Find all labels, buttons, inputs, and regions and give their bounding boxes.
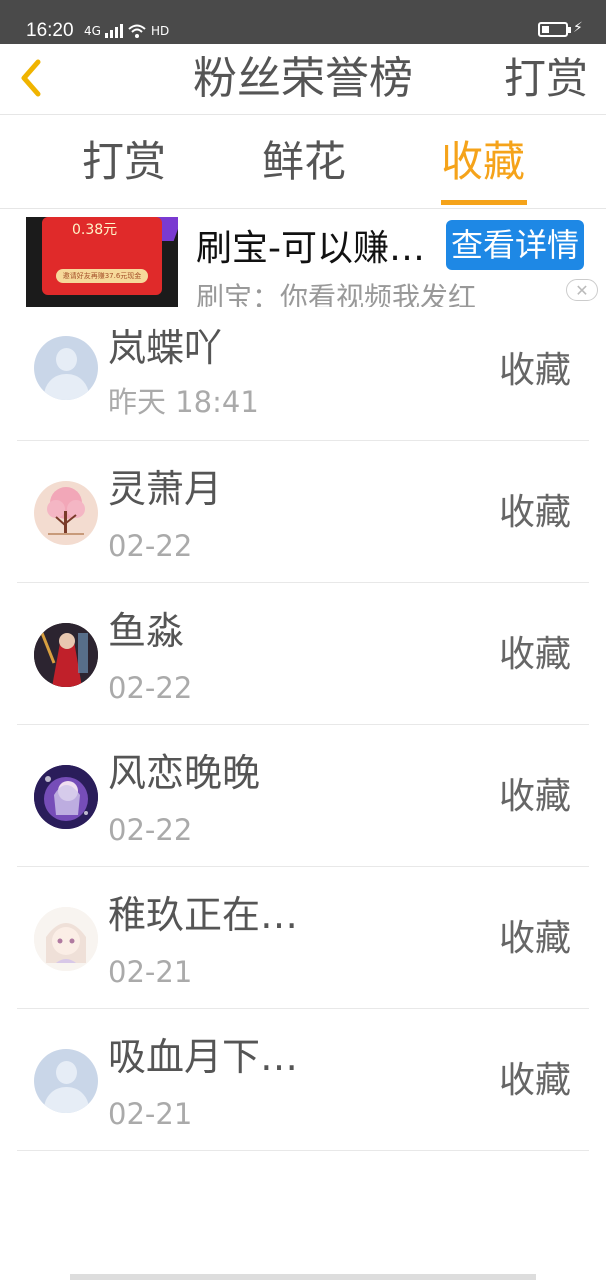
charging-icon: ⚡: [573, 20, 583, 36]
list-item[interactable]: 灵萧月 02-22 收藏: [17, 441, 589, 583]
nav-bar: 粉丝荣誉榜 打赏: [0, 44, 606, 115]
user-name: 风恋晚晚: [108, 751, 261, 795]
action-label: 收藏: [498, 492, 571, 533]
tab-bar: 打赏 鲜花 收藏: [0, 115, 606, 209]
tab-reward[interactable]: 打赏: [82, 135, 166, 189]
list-item[interactable]: 风恋晚晚 02-22 收藏: [17, 725, 589, 867]
list-item[interactable]: 稚玖正在… 02-21 收藏: [17, 867, 589, 1009]
user-name: 稚玖正在…: [108, 893, 299, 937]
action-label: 收藏: [498, 1060, 571, 1101]
home-indicator: [70, 1274, 536, 1280]
ad-image[interactable]: 0.38元 邀请好友再赚37.6元现金: [26, 217, 178, 307]
fan-list: 岚蝶吖 昨天 18:41 收藏 灵萧月 02-22 收藏 鱼淼 02-22 收藏…: [0, 307, 606, 1151]
battery-icon: [538, 22, 571, 37]
ad-banner[interactable]: 0.38元 邀请好友再赚37.6元现金 刷宝-可以赚… 查看详情 刷宝：你看视频…: [0, 209, 606, 307]
timestamp: 02-22: [108, 813, 193, 847]
ad-image-pill: 邀请好友再赚37.6元现金: [56, 269, 148, 283]
timestamp: 02-21: [108, 1097, 193, 1131]
status-icons: 4G HD: [84, 20, 169, 42]
user-name: 吸血月下…: [108, 1035, 299, 1079]
action-label: 收藏: [498, 776, 571, 817]
list-item[interactable]: 鱼淼 02-22 收藏: [17, 583, 589, 725]
status-bar: 16:20 4G HD ⚡: [0, 0, 606, 44]
timestamp: 02-22: [108, 529, 193, 563]
battery-fill: [542, 26, 549, 33]
avatar[interactable]: [34, 1049, 98, 1113]
signal-icon: [104, 24, 123, 38]
user-name: 岚蝶吖: [108, 326, 223, 370]
avatar[interactable]: [34, 907, 98, 971]
hd-label: HD: [150, 24, 170, 38]
timestamp: 昨天 18:41: [108, 385, 259, 419]
ad-close-icon[interactable]: ✕: [566, 279, 598, 301]
tab-favorites[interactable]: 收藏: [441, 135, 525, 189]
user-name: 灵萧月: [108, 467, 223, 511]
list-item[interactable]: 岚蝶吖 昨天 18:41 收藏: [17, 307, 589, 441]
avatar[interactable]: [34, 336, 98, 400]
avatar[interactable]: [34, 765, 98, 829]
avatar[interactable]: [34, 481, 98, 545]
ad-subtitle: 刷宝：你看视频我发红: [196, 281, 477, 307]
reward-button[interactable]: 打赏: [504, 54, 588, 104]
ad-title[interactable]: 刷宝-可以赚…: [196, 227, 436, 271]
action-label: 收藏: [498, 918, 571, 959]
network-label: 4G: [84, 24, 101, 38]
ad-details-button[interactable]: 查看详情: [446, 220, 584, 270]
action-label: 收藏: [498, 350, 571, 391]
timestamp: 02-21: [108, 955, 193, 989]
status-time: 16:20: [26, 20, 74, 41]
active-tab-indicator: [441, 200, 527, 205]
avatar[interactable]: [34, 623, 98, 687]
user-name: 鱼淼: [108, 609, 185, 653]
wifi-icon: [128, 24, 146, 38]
list-item[interactable]: 吸血月下… 02-21 收藏: [17, 1009, 589, 1151]
timestamp: 02-22: [108, 671, 193, 705]
tab-flowers[interactable]: 鲜花: [262, 135, 346, 189]
ad-image-amount: 0.38元: [72, 222, 118, 238]
action-label: 收藏: [498, 634, 571, 675]
